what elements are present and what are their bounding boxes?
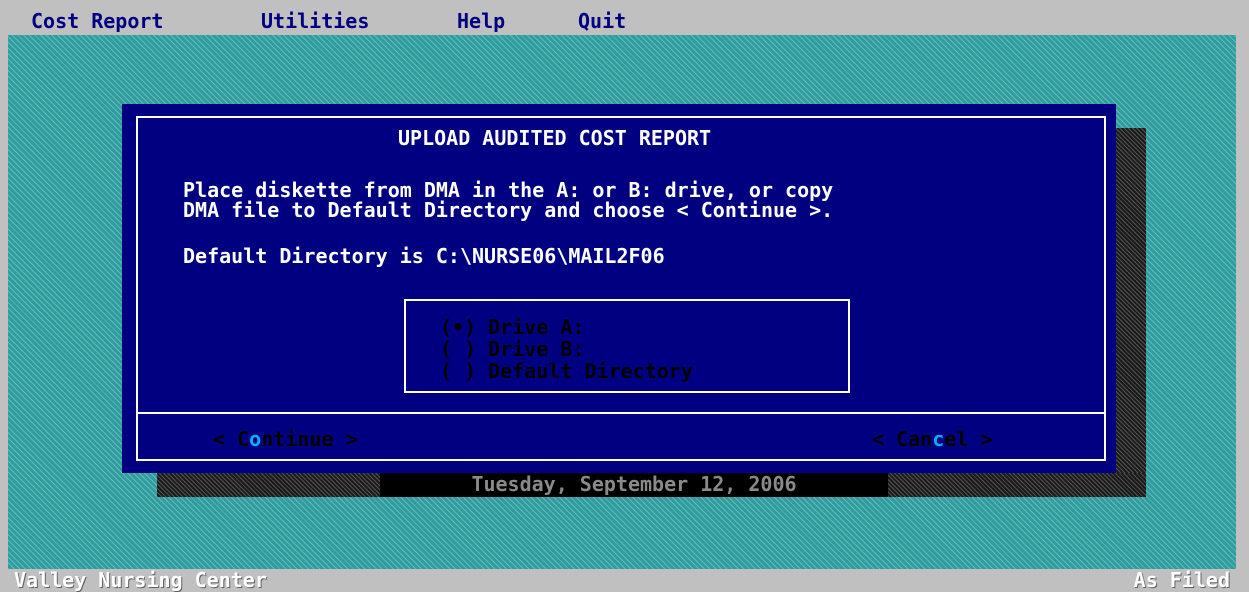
radio-drive-b[interactable]: ( ) Drive B: xyxy=(440,339,585,359)
hotkey-letter: o xyxy=(249,427,262,451)
menu-quit[interactable]: Quit xyxy=(578,8,626,35)
facility-name: Valley Nursing Center xyxy=(14,568,267,592)
radio-label: Drive A: xyxy=(488,315,585,339)
radio-marker: ( ) xyxy=(440,337,477,361)
instruction-line-2: DMA file to Default Directory and choose… xyxy=(183,198,834,222)
menu-cost-report[interactable]: Cost Report xyxy=(31,8,163,35)
date-display: Tuesday, September 12, 2006 xyxy=(380,471,888,497)
dialog-title: UPLOAD AUDITED COST REPORT xyxy=(398,126,712,150)
dialog-shadow-bottom-right xyxy=(888,473,1146,497)
button-text: C xyxy=(237,427,250,451)
continue-button[interactable]: < Continue > xyxy=(213,428,358,450)
radio-drive-a[interactable]: (•) Drive A: xyxy=(440,317,585,337)
dialog-separator xyxy=(136,412,1106,414)
dialog-border xyxy=(136,116,1106,461)
button-bracket-left: < xyxy=(213,427,238,451)
hotkey-letter: c xyxy=(932,427,945,451)
cancel-button[interactable]: < Cancel > xyxy=(872,428,992,450)
menu-utilities[interactable]: Utilities xyxy=(261,8,369,35)
status-bar: Valley Nursing Center As Filed xyxy=(8,569,1236,592)
dialog-shadow-bottom-left xyxy=(157,473,380,497)
menu-help[interactable]: Help xyxy=(457,8,505,35)
instruction-line-1: Place diskette from DMA in the A: or B: … xyxy=(183,178,834,202)
button-bracket-right: > xyxy=(333,427,358,451)
dialog-shadow-right xyxy=(1116,128,1146,473)
button-text: Can xyxy=(896,427,933,451)
menu-bar: Cost Report Utilities Help Quit xyxy=(8,8,1236,35)
button-bracket-left: < xyxy=(872,427,897,451)
filing-status: As Filed xyxy=(1133,568,1230,592)
button-text: ntinue xyxy=(261,427,334,451)
radio-marker: (•) xyxy=(440,315,477,339)
radio-label: Drive B: xyxy=(488,337,585,361)
radio-label: Default Directory xyxy=(488,359,693,383)
button-text: el xyxy=(944,427,969,451)
default-directory-text: Default Directory is C:\NURSE06\MAIL2F06 xyxy=(183,244,665,268)
radio-marker: ( ) xyxy=(440,359,477,383)
radio-default-directory[interactable]: ( ) Default Directory xyxy=(440,361,693,381)
button-bracket-right: > xyxy=(968,427,993,451)
